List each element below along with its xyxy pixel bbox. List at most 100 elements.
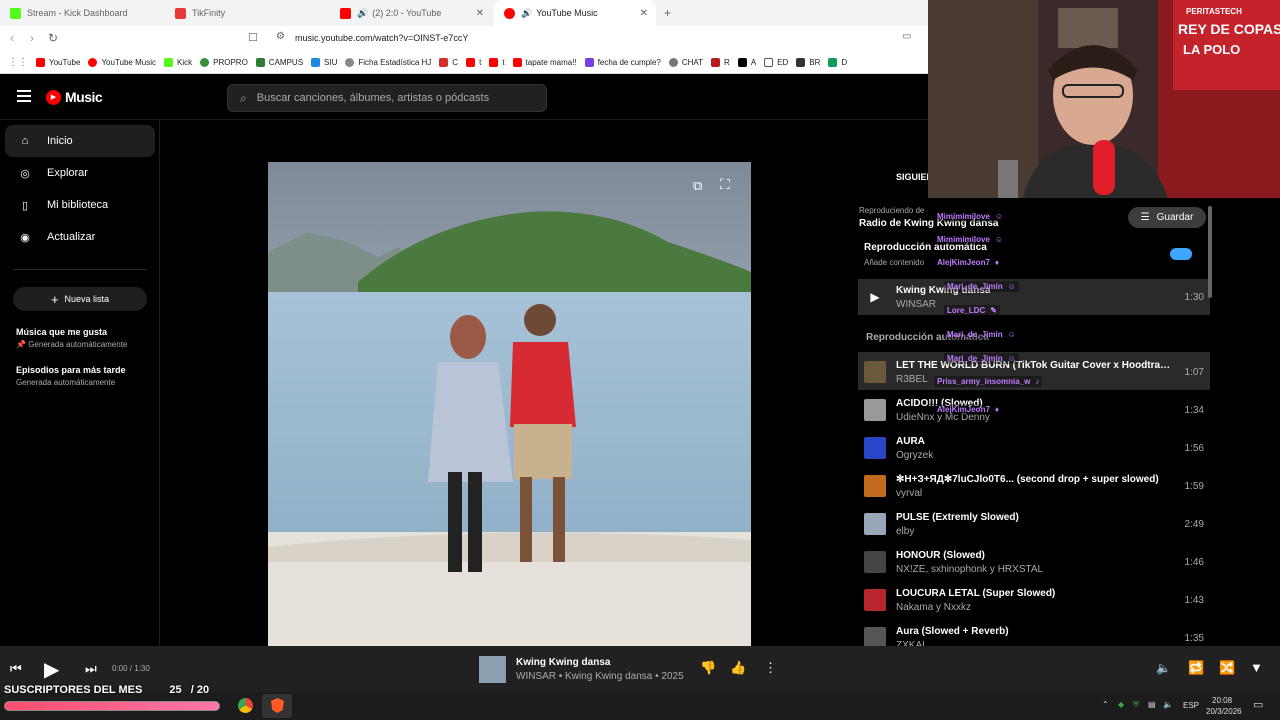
bookmark-item[interactable]: YouTube	[36, 58, 80, 67]
bookmark-item[interactable]: BR	[796, 58, 820, 67]
bookmark-item[interactable]: CAMPUS	[255, 58, 303, 67]
svg-text:PERITASTECH: PERITASTECH	[1186, 7, 1242, 16]
time-display: 0:00 / 1:30	[112, 664, 150, 673]
queue-scrollbar[interactable]	[1208, 206, 1212, 298]
dislike-icon[interactable]: 👎	[700, 660, 716, 676]
chat-message: Mari_de_Jimin ☺	[944, 281, 1019, 292]
tray-chevron-icon[interactable]: ⌃	[1102, 700, 1109, 709]
emote-icon: ♦	[994, 405, 999, 414]
forward-icon[interactable]: ›	[30, 31, 34, 45]
chrome-taskbar-icon[interactable]	[238, 698, 253, 713]
tab-youtube[interactable]: 🔊 (2) 2:0 - YouTube ✕	[330, 0, 492, 26]
play-button[interactable]: ▶	[44, 657, 59, 682]
sidebar-item-explore[interactable]: ◎ Explorar	[5, 157, 155, 189]
more-options-icon[interactable]: ⋮	[764, 660, 777, 676]
notifications-icon[interactable]: ▭	[1253, 698, 1263, 711]
playlist-liked[interactable]: Música que me gusta 📌 Generada automátic…	[16, 327, 127, 349]
album-art: ⧉ ⛶	[268, 162, 751, 646]
tab-youtube-music[interactable]: 🔊 YouTube Music ✕	[494, 0, 656, 26]
bookmark-item[interactable]: t	[466, 58, 481, 67]
site-info-icon[interactable]: ⚙	[276, 31, 285, 42]
fullscreen-icon[interactable]: ⛶	[720, 176, 730, 193]
music-logo-icon: ▶	[46, 89, 61, 105]
repeat-icon[interactable]: 🔁	[1188, 660, 1204, 676]
clock-date[interactable]: 20/3/2026	[1206, 707, 1242, 716]
sidebar-item-upgrade[interactable]: ◉ Actualizar	[5, 221, 155, 253]
sidebar-item-home[interactable]: ⌂ Inicio	[5, 125, 155, 157]
track-duration: 1:46	[1184, 556, 1204, 568]
volume-icon[interactable]: 🔈	[1156, 661, 1171, 675]
bookmark-item[interactable]: ED	[764, 58, 788, 67]
language-indicator[interactable]: ESP	[1183, 701, 1199, 710]
bookmark-item[interactable]: R	[711, 58, 730, 67]
tray-app-icon[interactable]: ◆	[1118, 700, 1124, 709]
tab-kick-dashboard[interactable]: Stream - Kick Dashboard	[0, 0, 165, 26]
tab-tikfinity[interactable]: TikFinity	[165, 0, 330, 26]
emote-icon: ☺	[1007, 282, 1016, 291]
player-track-title: Kwing Kwing dansa	[516, 657, 611, 668]
emote-icon: ☺	[994, 212, 1004, 221]
bookmark-icon[interactable]: ☐	[248, 31, 258, 44]
bookmark-item[interactable]: PROPRO	[200, 58, 248, 67]
queue-item[interactable]: HONOUR (Slowed) NX!ZE, sxhinophonk y HRXS…	[858, 543, 1210, 581]
like-icon[interactable]: 👍	[730, 660, 746, 676]
app-logo[interactable]: ▶ Music	[46, 89, 103, 105]
tapate-icon	[512, 58, 522, 67]
cast-icon[interactable]: ▭	[902, 31, 911, 42]
github-icon	[796, 58, 806, 67]
track-artist: elby	[896, 525, 915, 537]
queue-item[interactable]: AURA Ogryzek 1:56	[858, 429, 1210, 467]
bookmark-item[interactable]: tapate mama!!	[512, 58, 577, 67]
play-icon[interactable]: ▶	[864, 286, 886, 308]
reload-icon[interactable]: ↻	[48, 31, 58, 45]
tab-label: (2) 2:0 - YouTube	[372, 8, 442, 18]
bookmark-item[interactable]: C	[439, 58, 458, 67]
previous-icon[interactable]: ⏮	[10, 661, 22, 677]
track-artist: Nakama y Nxxkz	[896, 601, 972, 613]
pin-icon: 📌	[16, 340, 26, 349]
save-to-playlist-button[interactable]: ☰ Guardar	[1128, 207, 1206, 228]
tray-shield-icon[interactable]: ⛨	[1133, 700, 1139, 710]
webcam-overlay: PERITASTECH REY DE COPAS LA POLO	[928, 0, 1280, 198]
bookmark-item[interactable]: A	[737, 58, 756, 67]
playlist-subtitle: Generada automáticamente	[28, 340, 128, 349]
shuffle-icon[interactable]: 🔀	[1219, 660, 1235, 676]
bookmark-item[interactable]: D	[828, 58, 847, 67]
queue-item[interactable]: LOUCURA LETAL (Super Slowed) Nakama y Nxx…	[858, 581, 1210, 619]
next-icon[interactable]: ⏭	[85, 661, 97, 677]
tray-network-icon[interactable]: ▤	[1148, 700, 1156, 709]
bookmark-item[interactable]: CHAT	[668, 58, 703, 67]
tray-volume-icon[interactable]: 🔈	[1163, 700, 1173, 709]
close-tab-icon[interactable]: ✕	[640, 8, 648, 19]
twitch-icon	[584, 58, 594, 67]
queue-item[interactable]: ✻Н+З+ЯД✻7luCJlo0T6... (second drop + sup…	[858, 467, 1210, 505]
clock-time[interactable]: 20:08	[1212, 696, 1232, 705]
youtube-music-favicon-icon	[504, 7, 515, 19]
back-icon[interactable]: ‹	[10, 31, 14, 45]
subscriber-goal-overlay: SUSCRIPTORES DEL MES 25 / 20	[4, 684, 209, 696]
new-tab-icon[interactable]: +	[664, 6, 671, 20]
ficha-icon	[345, 58, 355, 67]
bookmark-item[interactable]: t	[489, 58, 505, 67]
library-icon: ▯	[21, 199, 29, 212]
sidebar-item-library[interactable]: ▯ Mi biblioteca	[5, 189, 155, 221]
bookmark-item[interactable]: Kick	[164, 58, 192, 67]
kick-icon	[164, 58, 173, 67]
bookmark-item[interactable]: YouTube Music	[88, 58, 156, 67]
logo-text: Music	[65, 89, 103, 105]
bookmark-item[interactable]: fecha de cumple?	[584, 58, 661, 67]
stream-chat-overlay: Mimimimilove ☺ Mimimimilove ☺ AlejKimJeon7…	[928, 205, 1208, 420]
bookmark-item[interactable]: SIU	[311, 58, 337, 67]
apps-grid-icon[interactable]: ⋮⋮	[8, 57, 28, 68]
queue-item[interactable]: PULSE (Extremly Slowed) elby 2:49	[858, 505, 1210, 543]
search-input[interactable]: ⌕ Buscar canciones, álbumes, artistas o …	[227, 84, 547, 112]
miniplayer-icon[interactable]: ⧉	[693, 178, 702, 194]
url-field[interactable]: music.youtube.com/watch?v=OINST-e7ccY	[295, 33, 468, 43]
new-playlist-button[interactable]: + Nueva lista	[13, 287, 147, 311]
expand-player-icon[interactable]: ▼	[1250, 660, 1263, 675]
menu-icon[interactable]	[17, 90, 31, 102]
playlist-episodes[interactable]: Episodios para más tarde Generada automá…	[16, 365, 126, 387]
audio-playing-icon: 🔊	[521, 7, 533, 18]
bookmark-item[interactable]: Ficha Estadística HJ	[345, 58, 431, 67]
close-tab-icon[interactable]: ✕	[476, 8, 484, 19]
